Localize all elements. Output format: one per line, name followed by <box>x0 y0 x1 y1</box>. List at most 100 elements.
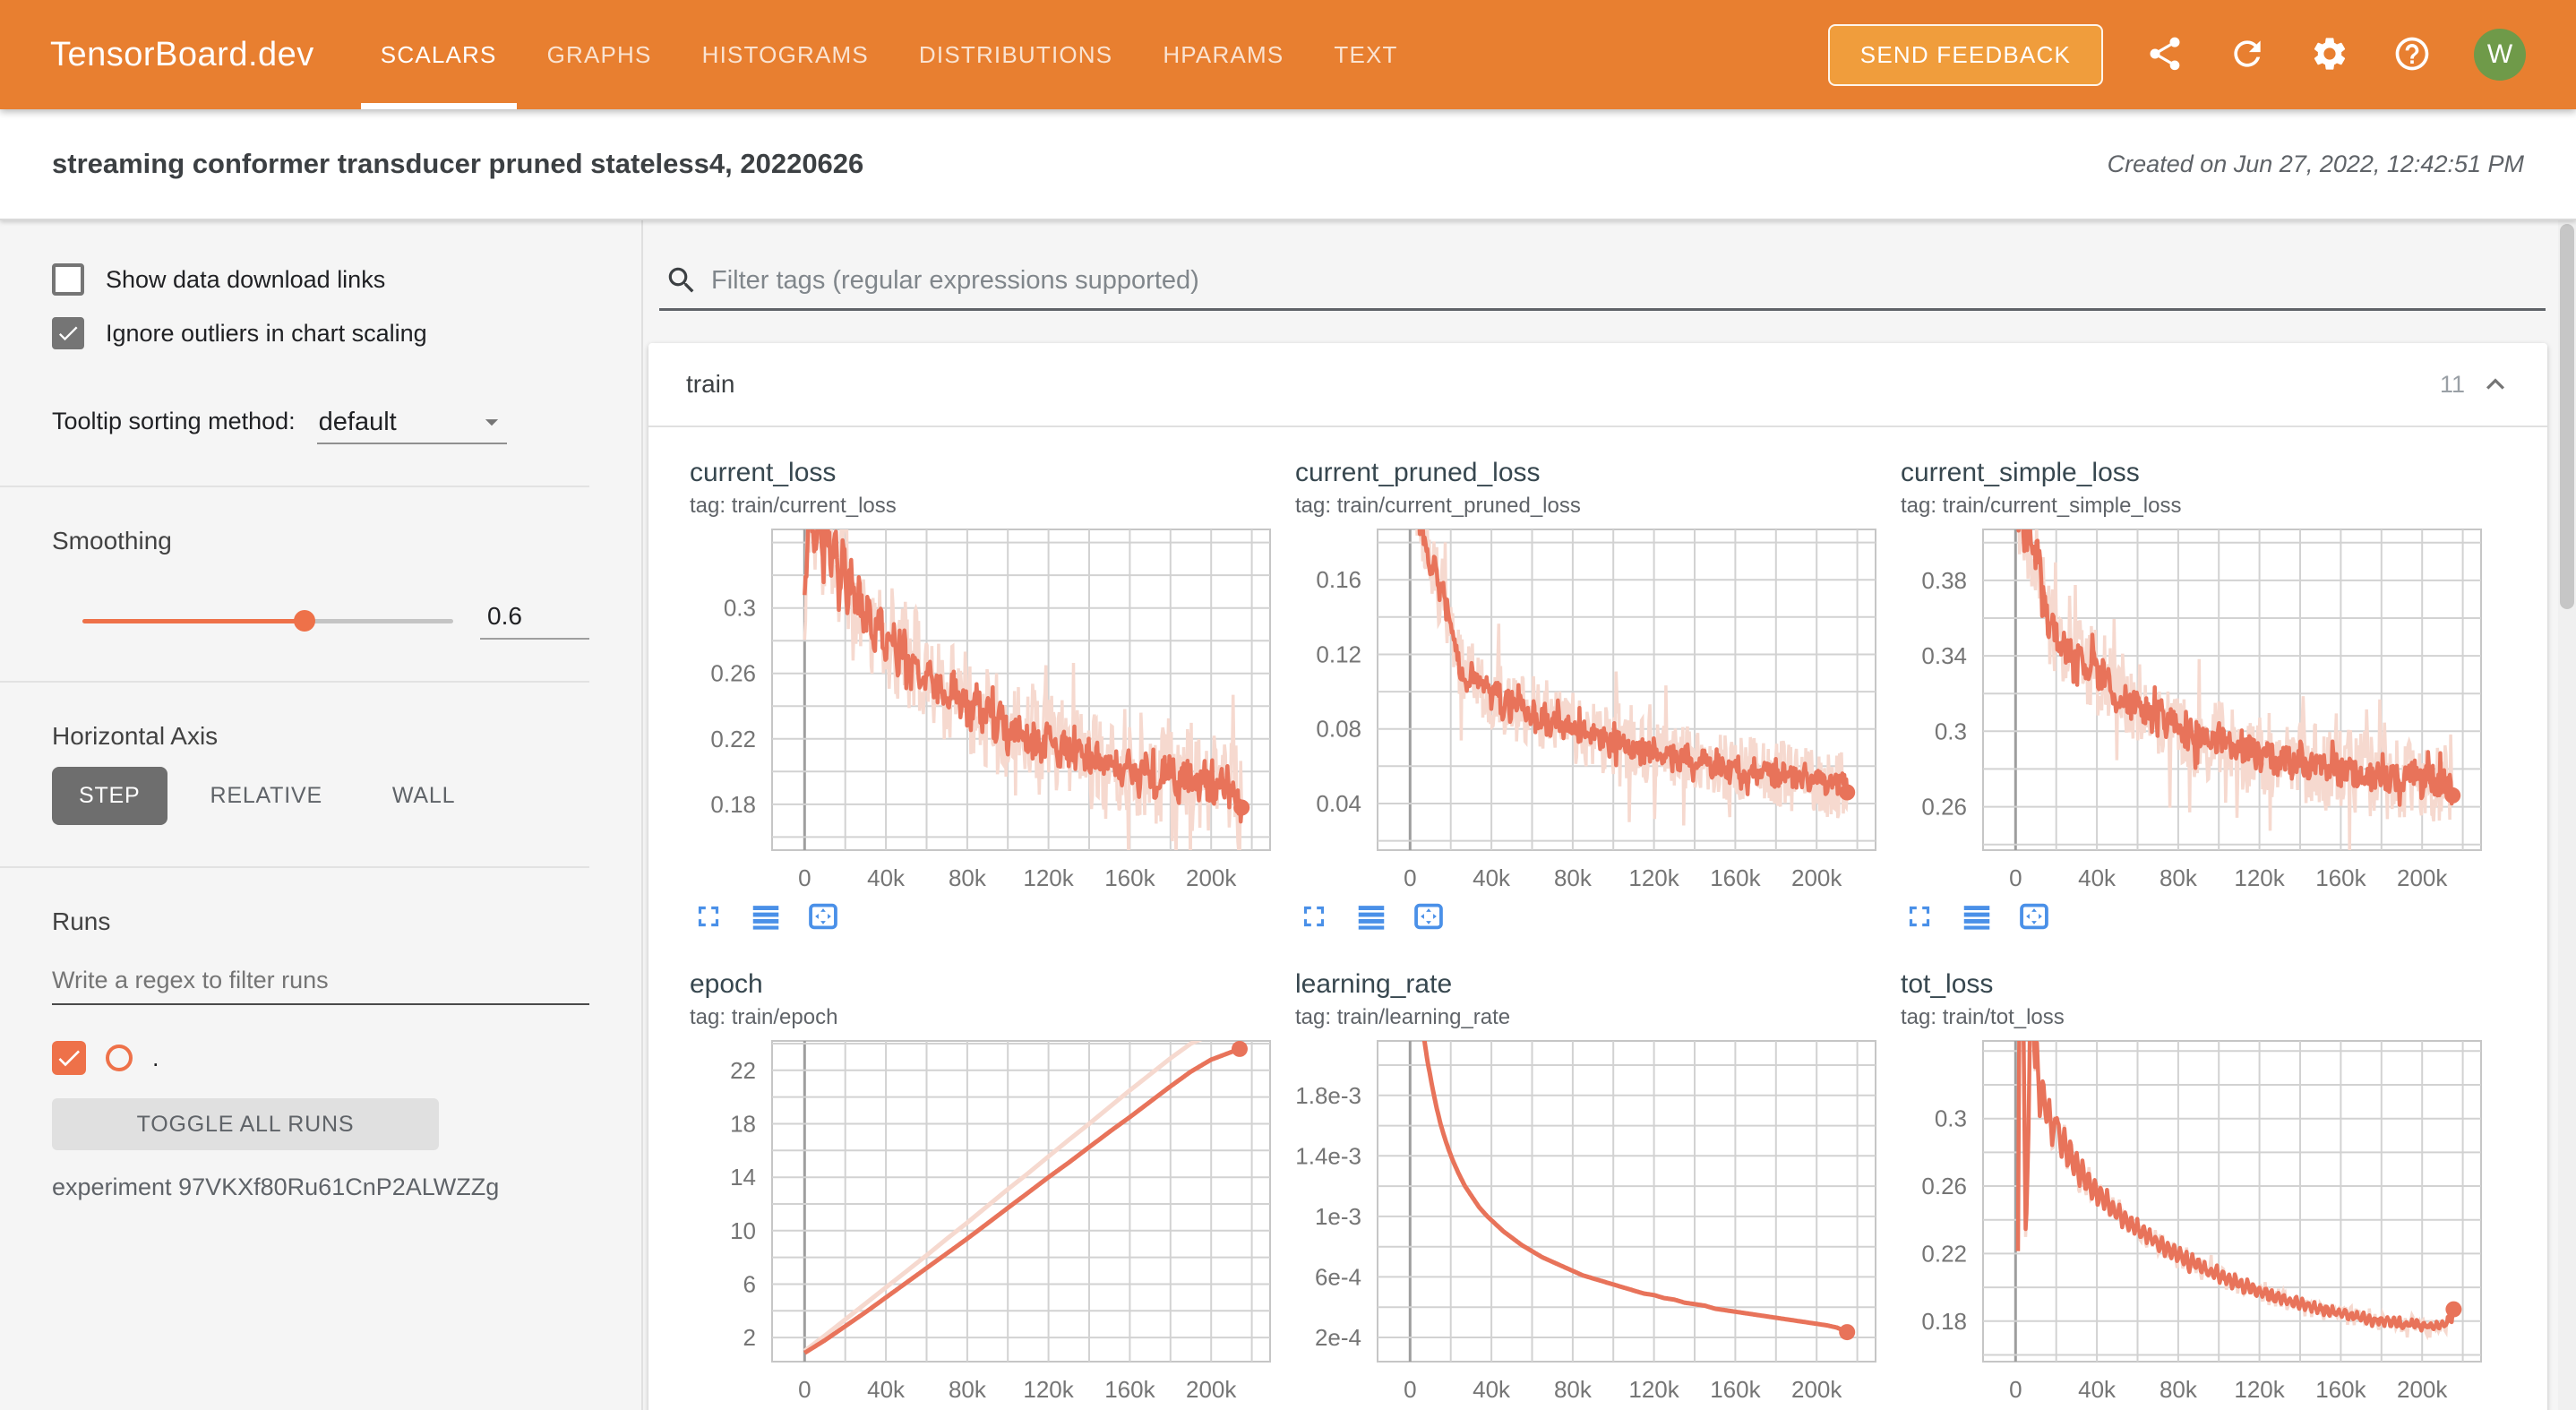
chart-plot[interactable]: 0.040.080.120.16040k80k120k160k200k <box>1281 522 1886 898</box>
axis-relative-button[interactable]: RELATIVE <box>184 767 349 825</box>
svg-text:1e-3: 1e-3 <box>1315 1203 1361 1230</box>
chart-title: epoch <box>675 969 1281 1000</box>
tab-histograms[interactable]: HISTOGRAMS <box>683 0 889 109</box>
filter-tags-input[interactable] <box>711 266 2540 296</box>
axis-step-button[interactable]: STEP <box>52 767 167 825</box>
run-color-swatch <box>106 1045 133 1071</box>
data-rows-icon[interactable] <box>1960 899 1994 933</box>
refresh-icon[interactable] <box>2227 34 2268 75</box>
chart-actions <box>675 899 1281 933</box>
svg-text:0: 0 <box>1404 1376 1416 1403</box>
group-name: train <box>686 370 2440 399</box>
fullscreen-icon[interactable] <box>691 899 726 933</box>
svg-text:0: 0 <box>798 864 811 891</box>
svg-text:200k: 200k <box>2397 1376 2448 1403</box>
show-download-links-row[interactable]: Show data download links <box>52 263 641 296</box>
tooltip-sorting-select[interactable]: default <box>317 405 507 444</box>
fit-domain-icon[interactable] <box>806 899 840 933</box>
chart-tag: tag: train/learning_rate <box>1281 1005 1886 1030</box>
app-logo: TensorBoard.dev <box>50 36 314 74</box>
avatar[interactable]: W <box>2474 29 2526 81</box>
svg-text:0.34: 0.34 <box>1921 642 1967 669</box>
data-rows-icon[interactable] <box>749 899 783 933</box>
chart-plot[interactable]: 0.180.220.260.3040k80k120k160k200k <box>1886 1034 2492 1409</box>
svg-text:160k: 160k <box>1104 864 1155 891</box>
divider <box>0 486 589 487</box>
fit-domain-icon[interactable] <box>1412 899 1446 933</box>
ignore-outliers-row[interactable]: Ignore outliers in chart scaling <box>52 317 641 349</box>
tab-distributions[interactable]: DISTRIBUTIONS <box>899 0 1132 109</box>
chart-plot[interactable]: 0.260.30.340.38040k80k120k160k200k <box>1886 522 2492 898</box>
chart-title: current_simple_loss <box>1886 458 2492 488</box>
fit-domain-icon[interactable] <box>2017 899 2051 933</box>
svg-text:14: 14 <box>730 1164 756 1191</box>
chart-tag: tag: train/tot_loss <box>1886 1005 2492 1030</box>
divider <box>0 681 589 683</box>
share-icon[interactable] <box>2144 34 2185 75</box>
svg-text:120k: 120k <box>1023 864 1074 891</box>
filter-tags-row <box>659 260 2546 311</box>
chart-title: learning_rate <box>1281 969 1886 1000</box>
tab-hparams[interactable]: HPARAMS <box>1143 0 1303 109</box>
fullscreen-icon[interactable] <box>1902 899 1936 933</box>
chart-tag: tag: train/current_simple_loss <box>1886 494 2492 519</box>
svg-text:1.8e-3: 1.8e-3 <box>1295 1082 1361 1109</box>
svg-text:160k: 160k <box>1710 1376 1761 1403</box>
experiment-titlebar: streaming conformer transducer pruned st… <box>0 109 2576 220</box>
data-rows-icon[interactable] <box>1354 899 1388 933</box>
svg-text:80k: 80k <box>1554 1376 1593 1403</box>
svg-text:0.16: 0.16 <box>1316 566 1361 593</box>
svg-text:0: 0 <box>2009 1376 2022 1403</box>
settings-gear-icon[interactable] <box>2309 34 2350 75</box>
top-navbar: TensorBoard.dev SCALARS GRAPHS HISTOGRAM… <box>0 0 2576 109</box>
chevron-down-icon <box>477 407 507 437</box>
svg-text:120k: 120k <box>2234 1376 2285 1403</box>
fullscreen-icon[interactable] <box>1297 899 1331 933</box>
svg-text:1.4e-3: 1.4e-3 <box>1295 1142 1361 1169</box>
svg-text:0.26: 0.26 <box>1921 1173 1967 1199</box>
search-icon <box>665 263 699 297</box>
svg-text:0.08: 0.08 <box>1316 716 1361 743</box>
smoothing-slider[interactable] <box>82 619 453 623</box>
chart-plot[interactable]: 2e-46e-41e-31.4e-31.8e-3040k80k120k160k2… <box>1281 1034 1886 1409</box>
svg-text:160k: 160k <box>2315 1376 2366 1403</box>
scrollbar-thumb[interactable] <box>2560 224 2574 609</box>
toggle-all-runs-button[interactable]: TOGGLE ALL RUNS <box>52 1098 439 1150</box>
run-checkbox[interactable] <box>52 1041 86 1075</box>
svg-text:0.18: 0.18 <box>710 791 756 818</box>
divider <box>0 866 589 868</box>
experiment-id: experiment 97VKXf80Ru61CnP2ALWZZg <box>52 1174 641 1201</box>
smoothing-value-field[interactable]: 0.6 <box>480 602 589 640</box>
content-area: Show data download links Ignore outliers… <box>0 220 2576 1410</box>
ignore-outliers-checkbox[interactable] <box>52 317 84 349</box>
tab-text[interactable]: TEXT <box>1314 0 1417 109</box>
runs-regex-input[interactable] <box>52 967 589 994</box>
train-group-header[interactable]: train 11 <box>648 343 2547 427</box>
axis-wall-button[interactable]: WALL <box>365 767 482 825</box>
smoothing-slider-fill <box>82 619 305 623</box>
tab-scalars[interactable]: SCALARS <box>361 0 517 109</box>
svg-text:40k: 40k <box>1473 864 1511 891</box>
tooltip-sorting-value: default <box>319 408 397 437</box>
tab-graphs[interactable]: GRAPHS <box>528 0 672 109</box>
svg-text:40k: 40k <box>867 1376 906 1403</box>
smoothing-slider-thumb[interactable] <box>294 610 315 632</box>
scalar-chart-card: learning_ratetag: train/learning_rate2e-… <box>1281 969 1886 1410</box>
navbar-actions: SEND FEEDBACK W <box>1828 0 2526 109</box>
chart-plot[interactable]: 2610141822040k80k120k160k200k <box>675 1034 1281 1409</box>
scalar-chart-card: current_losstag: train/current_loss0.180… <box>675 458 1281 933</box>
svg-text:200k: 200k <box>1186 864 1237 891</box>
svg-text:0.26: 0.26 <box>1921 794 1967 821</box>
svg-text:120k: 120k <box>1023 1376 1074 1403</box>
chevron-up-icon[interactable] <box>2477 366 2513 402</box>
horizontal-axis-toggle: STEP RELATIVE WALL <box>52 767 641 825</box>
send-feedback-button[interactable]: SEND FEEDBACK <box>1828 24 2103 86</box>
chart-plot[interactable]: 0.180.220.260.3040k80k120k160k200k <box>675 522 1281 898</box>
scalar-chart-card: epochtag: train/epoch2610141822040k80k12… <box>675 969 1281 1410</box>
help-icon[interactable] <box>2391 34 2433 75</box>
svg-text:160k: 160k <box>1104 1376 1155 1403</box>
show-download-checkbox[interactable] <box>52 263 84 296</box>
vertical-scrollbar[interactable] <box>2558 220 2576 1410</box>
horizontal-axis-label: Horizontal Axis <box>52 722 641 751</box>
svg-text:18: 18 <box>730 1111 756 1138</box>
